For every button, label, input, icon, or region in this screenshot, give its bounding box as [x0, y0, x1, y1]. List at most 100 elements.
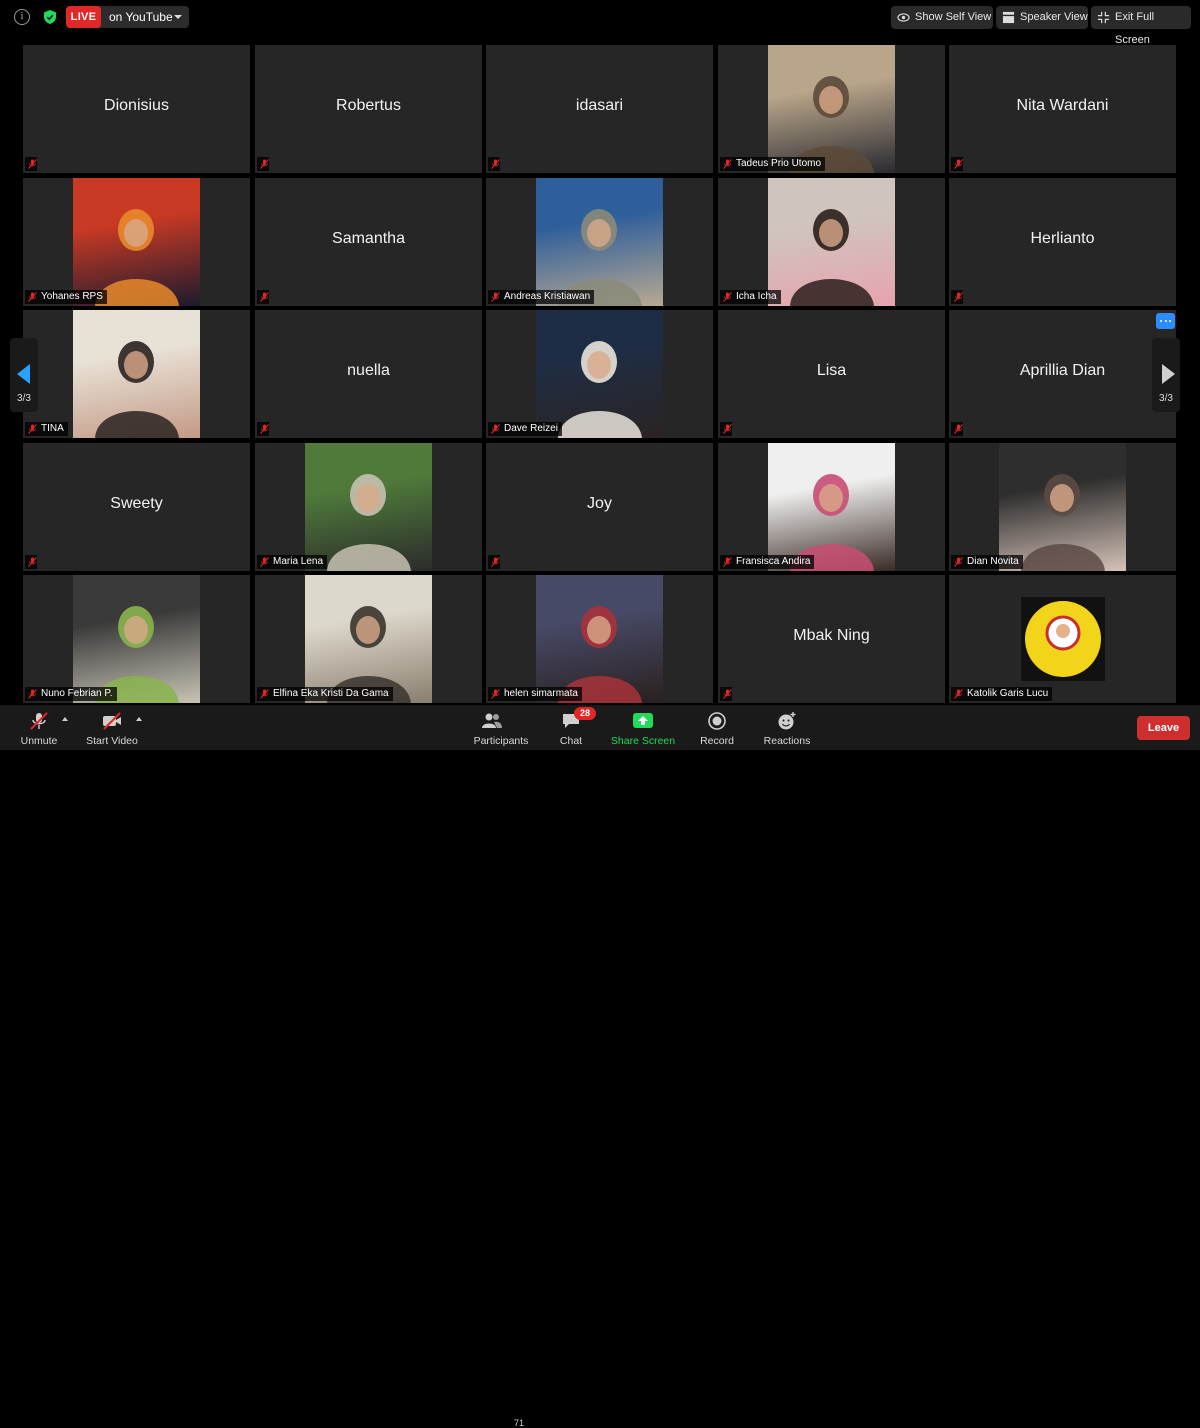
participant-tile[interactable]: Andreas Kristiawan — [486, 178, 713, 306]
person-silhouette-icon — [327, 606, 411, 703]
show-self-view-button[interactable]: Show Self View — [891, 6, 993, 29]
participant-name: Dave Reizei — [504, 423, 558, 434]
participant-name: helen simarmata — [504, 688, 578, 699]
participant-name: Yohanes RPS — [41, 291, 103, 302]
chat-unread-badge: 28 — [574, 707, 596, 720]
participant-name-center: Herlianto — [1030, 230, 1095, 247]
start-video-button[interactable]: Start Video — [82, 707, 142, 749]
participant-name-center: Robertus — [336, 97, 401, 114]
person-silhouette-icon — [790, 209, 874, 306]
participant-name-label: helen simarmata — [488, 687, 582, 701]
participant-tile[interactable]: TINA — [23, 310, 250, 438]
shield-icon[interactable] — [42, 9, 58, 25]
participant-tile[interactable]: Icha Icha — [718, 178, 945, 306]
participant-tile[interactable]: helen simarmata — [486, 575, 713, 703]
microphone-muted-icon — [260, 557, 269, 567]
participant-tile[interactable]: Dionisius — [23, 45, 250, 173]
participant-name-label — [25, 157, 37, 171]
participant-name-center: Joy — [587, 495, 612, 512]
microphone-muted-icon — [28, 557, 37, 567]
participant-gallery: Dionisius Robertus idasari Tadeus Prio Utom… — [23, 45, 1178, 705]
unmute-label: Unmute — [20, 735, 58, 747]
unmute-button[interactable]: Unmute — [14, 707, 64, 749]
participant-tile[interactable]: Dian Novita — [949, 443, 1176, 571]
microphone-muted-icon — [491, 689, 500, 699]
person-silhouette-icon — [558, 209, 642, 306]
participant-tile[interactable]: Nuno Febrian P. — [23, 575, 250, 703]
share-screen-button[interactable]: Share Screen — [610, 707, 676, 749]
live-target: on YouTube — [109, 10, 173, 24]
participants-button[interactable]: Participants — [470, 707, 532, 749]
person-silhouette-icon — [790, 474, 874, 571]
microphone-muted-icon — [723, 557, 732, 567]
person-silhouette-icon — [558, 606, 642, 703]
participant-name-label: Dave Reizei — [488, 422, 562, 436]
leave-button[interactable]: Leave — [1137, 716, 1190, 740]
participant-tile[interactable]: Robertus — [255, 45, 482, 173]
participant-video — [536, 178, 663, 306]
audio-options-caret-icon[interactable] — [62, 717, 68, 721]
share-screen-label: Share Screen — [610, 735, 676, 747]
microphone-muted-icon — [30, 712, 48, 730]
participant-name-label: Yohanes RPS — [25, 290, 107, 304]
page-indicator-right: 3/3 — [1159, 393, 1173, 404]
collapse-icon — [1097, 11, 1110, 24]
microphone-muted-icon — [723, 424, 732, 434]
microphone-muted-icon — [723, 159, 732, 169]
meeting-top-bar: i LIVE on YouTube Show Self View Speaker… — [0, 0, 1200, 46]
participant-video — [768, 45, 895, 173]
show-self-view-label: Show Self View — [915, 11, 992, 23]
participant-tile[interactable]: Katolik Garis Lucu — [949, 575, 1176, 703]
microphone-muted-icon — [28, 159, 37, 169]
previous-page-button[interactable]: 3/3 — [10, 338, 38, 412]
video-options-caret-icon[interactable] — [136, 717, 142, 721]
participant-name-center: Sweety — [110, 495, 163, 512]
next-page-button[interactable]: 3/3 — [1152, 338, 1180, 412]
participant-tile[interactable]: Samantha — [255, 178, 482, 306]
participant-video — [73, 575, 200, 703]
participant-tile[interactable]: Dave Reizei — [486, 310, 713, 438]
reactions-button[interactable]: Reactions — [762, 707, 812, 749]
reactions-label: Reactions — [763, 735, 811, 747]
participant-tile[interactable]: Joy — [486, 443, 713, 571]
participant-tile[interactable]: Sweety — [23, 443, 250, 571]
participant-name-label: Tadeus Prio Utomo — [720, 157, 826, 171]
info-icon[interactable]: i — [14, 9, 30, 25]
participant-name: Nuno Febrian P. — [41, 688, 113, 699]
participant-tile[interactable]: Mbak Ning — [718, 575, 945, 703]
participant-name-center: idasari — [575, 97, 624, 114]
participant-name-label: Icha Icha — [720, 290, 781, 304]
participant-tile[interactable]: Fransisca Andira — [718, 443, 945, 571]
emoji-reaction-icon — [778, 712, 796, 730]
participant-video — [305, 443, 432, 571]
participant-tile[interactable]: Tadeus Prio Utomo — [718, 45, 945, 173]
microphone-muted-icon — [28, 292, 37, 302]
record-icon — [708, 712, 726, 730]
arrow-left-icon — [17, 364, 30, 384]
video-camera-off-icon — [103, 712, 121, 730]
record-button[interactable]: Record — [696, 707, 738, 749]
microphone-muted-icon — [491, 424, 500, 434]
participant-tile[interactable]: idasari — [486, 45, 713, 173]
participant-tile[interactable]: Yohanes RPS — [23, 178, 250, 306]
participant-name: Andreas Kristiawan — [504, 291, 591, 302]
page-indicator-left: 3/3 — [17, 393, 31, 404]
participant-tile[interactable]: nuella — [255, 310, 482, 438]
participant-tile[interactable]: Herlianto — [949, 178, 1176, 306]
microphone-muted-icon — [954, 689, 963, 699]
participant-name-label — [951, 290, 963, 304]
live-stream-menu[interactable]: LIVE on YouTube — [66, 6, 189, 28]
more-options-icon[interactable] — [1156, 313, 1175, 329]
speaker-view-button[interactable]: Speaker View — [996, 6, 1088, 29]
participant-name: Katolik Garis Lucu — [967, 688, 1049, 699]
participant-tile[interactable]: Nita Wardani — [949, 45, 1176, 173]
participant-tile[interactable]: Elfina Eka Kristi Da Gama — [255, 575, 482, 703]
participant-name-center: Nita Wardani — [1016, 97, 1109, 114]
participant-video — [768, 443, 895, 571]
participant-tile[interactable]: Aprillia Dian — [949, 310, 1176, 438]
participant-video — [73, 178, 200, 306]
participant-tile[interactable]: Lisa — [718, 310, 945, 438]
participant-tile[interactable]: Maria Lena — [255, 443, 482, 571]
exit-full-screen-button[interactable]: Exit Full Screen — [1091, 6, 1191, 46]
participant-video — [536, 310, 663, 438]
